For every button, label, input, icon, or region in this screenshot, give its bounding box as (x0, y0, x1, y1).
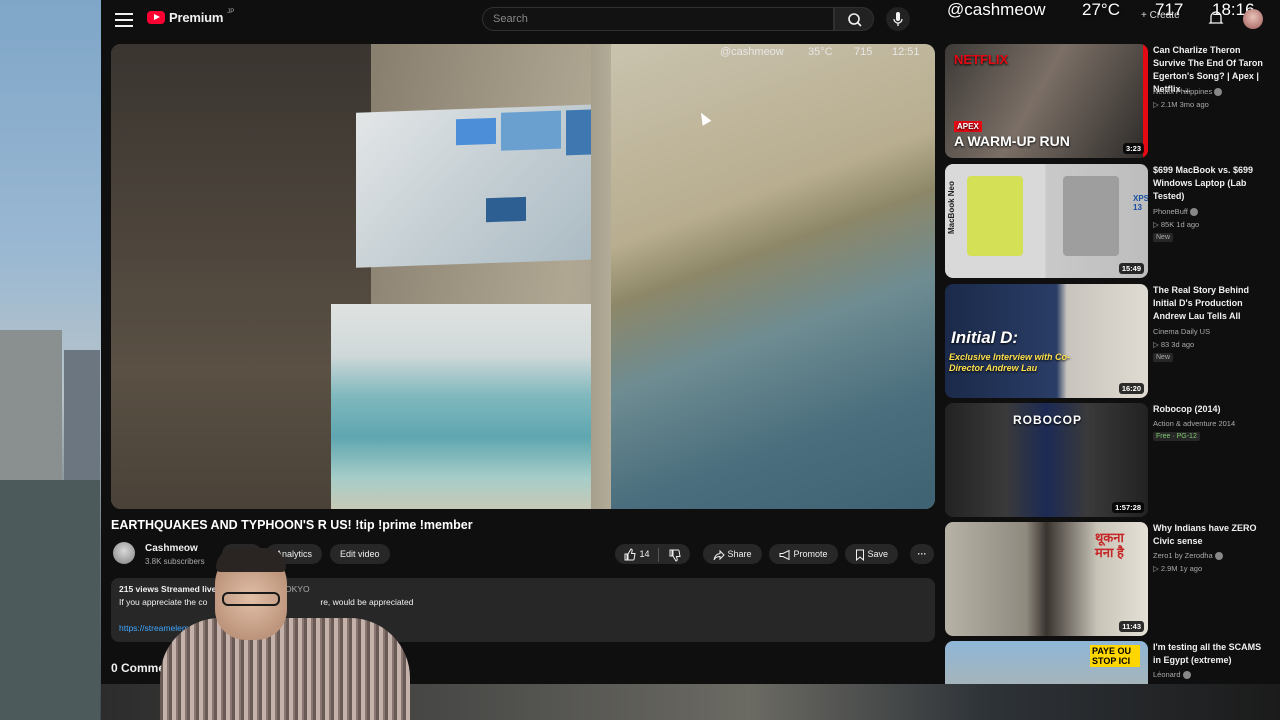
thumbs-down-icon[interactable] (668, 548, 682, 562)
like-dislike-group: 14 (615, 544, 690, 564)
video-thumbnail[interactable]: Initial D: Exclusive Interview with Co-D… (945, 284, 1148, 398)
recommendation-item[interactable]: Initial D: Exclusive Interview with Co-D… (945, 284, 1270, 399)
video-player[interactable]: @cashmeow 35°C 715 12:51 (111, 44, 935, 509)
account-avatar[interactable] (1243, 9, 1263, 29)
video-title[interactable]: $699 MacBook vs. $699 Windows Laptop (La… (1153, 164, 1271, 203)
glasses (222, 592, 280, 606)
video-title[interactable]: Why Indians have ZERO Civic sense (1153, 522, 1271, 548)
video-thumbnail[interactable]: थूकना मना है 11:43 (945, 522, 1148, 636)
video-title[interactable]: Robocop (2014) (1153, 403, 1271, 416)
logo-text: Premium (169, 10, 224, 25)
verified-icon (1214, 88, 1223, 97)
logo-region: JP (227, 8, 235, 15)
voice-search-button[interactable] (886, 7, 910, 31)
notifications-bell-icon[interactable] (1208, 9, 1224, 27)
video-overlay-count: 715 (854, 46, 873, 58)
video-title[interactable]: The Real Story Behind Initial D's Produc… (1153, 284, 1271, 323)
building (0, 480, 100, 720)
channel-name: Action & adventure 2014 (1153, 419, 1236, 428)
desktop-backdrop (0, 0, 101, 720)
create-label: Create (1149, 10, 1180, 21)
new-badge: New (1153, 233, 1174, 242)
search-icon (848, 13, 862, 27)
video-overlay-time: 12:51 (892, 46, 920, 58)
hud-handle: @cashmeow (947, 0, 1046, 19)
recommendation-item[interactable]: NETFLIX APEX A WARM-UP RUN 3:23 Can Char… (945, 44, 1270, 159)
video-stats: ▷ 83 3d ago (1153, 340, 1195, 349)
webcam-overlay (160, 548, 410, 720)
video-duration: 1:57:28 (1112, 502, 1144, 513)
video-stats: ▷ 2.1M 3mo ago (1153, 100, 1209, 109)
share-button[interactable]: Share (703, 544, 762, 564)
video-duration: 3:23 (1122, 143, 1144, 154)
promote-button[interactable]: Promote (769, 544, 838, 564)
new-badge: New (1153, 353, 1174, 362)
channel-name[interactable]: Netflix Philippines (1153, 87, 1223, 97)
more-actions-icon[interactable]: ··· (910, 544, 934, 564)
thumbs-up-icon (624, 548, 636, 561)
video-duration: 16:20 (1118, 383, 1144, 394)
recommendation-item[interactable]: ROBOCOP 1:57:28 Robocop (2014) Action & … (945, 403, 1270, 518)
video-duration: 11:43 (1119, 621, 1144, 632)
video-stats: ▷ 2.9M 1y ago (1153, 564, 1203, 573)
youtube-play-icon (147, 11, 165, 24)
video-duration: 15:49 (1118, 263, 1144, 274)
channel-name[interactable]: Léonard (1153, 670, 1191, 680)
channel-avatar[interactable] (113, 542, 135, 564)
like-count: 14 (639, 549, 650, 559)
microphone-icon (893, 12, 903, 26)
verified-icon (1182, 671, 1191, 680)
video-thumbnail[interactable]: PAYE OU STOP ICI (945, 641, 1148, 684)
recommendation-item[interactable]: PAYE OU STOP ICI I'm testing all the SCA… (945, 641, 1270, 684)
channel-name[interactable]: PhoneBuff (1153, 207, 1198, 217)
channel-name[interactable]: Zero1 by Zerodha (1153, 551, 1223, 561)
video-thumbnail[interactable]: NETFLIX APEX A WARM-UP RUN 3:23 (945, 44, 1148, 158)
verified-icon (1189, 208, 1198, 217)
search-button[interactable] (834, 7, 874, 31)
free-rating-badge: Free · PG-12 (1153, 432, 1200, 441)
youtube-logo[interactable]: Premium JP (147, 8, 235, 25)
video-thumbnail[interactable]: ROBOCOP 1:57:28 (945, 403, 1148, 517)
megaphone-icon (779, 549, 790, 560)
like-button[interactable]: 14 (623, 548, 652, 561)
share-icon (713, 549, 725, 560)
search-input[interactable]: Search (482, 7, 834, 31)
video-overlay-temperature: 35°C (808, 46, 833, 58)
recommendation-item[interactable]: MacBook Neo XPS 13 15:49 $699 MacBook vs… (945, 164, 1270, 279)
hud-temperature: 27°C (1082, 0, 1120, 19)
video-title[interactable]: I'm testing all the SCAMS in Egypt (extr… (1153, 641, 1270, 667)
video-title: EARTHQUAKES AND TYPHOON'S R US! !tip !pr… (111, 518, 473, 532)
video-thumbnail[interactable]: MacBook Neo XPS 13 15:49 (945, 164, 1148, 278)
recommendation-item[interactable]: थूकना मना है 11:43 Why Indians have ZERO… (945, 522, 1270, 637)
save-button[interactable]: Save (845, 544, 899, 564)
video-overlay-handle: @cashmeow (720, 46, 784, 58)
create-button[interactable]: + Create (1141, 10, 1180, 21)
bookmark-icon (856, 549, 864, 561)
hamburger-menu-icon[interactable] (113, 9, 135, 31)
channel-name[interactable]: Cinema Daily US (1153, 327, 1210, 336)
video-frame-coast (611, 44, 935, 509)
verified-icon (1214, 552, 1223, 561)
video-stats: ▷ 85K 1d ago (1153, 220, 1200, 229)
